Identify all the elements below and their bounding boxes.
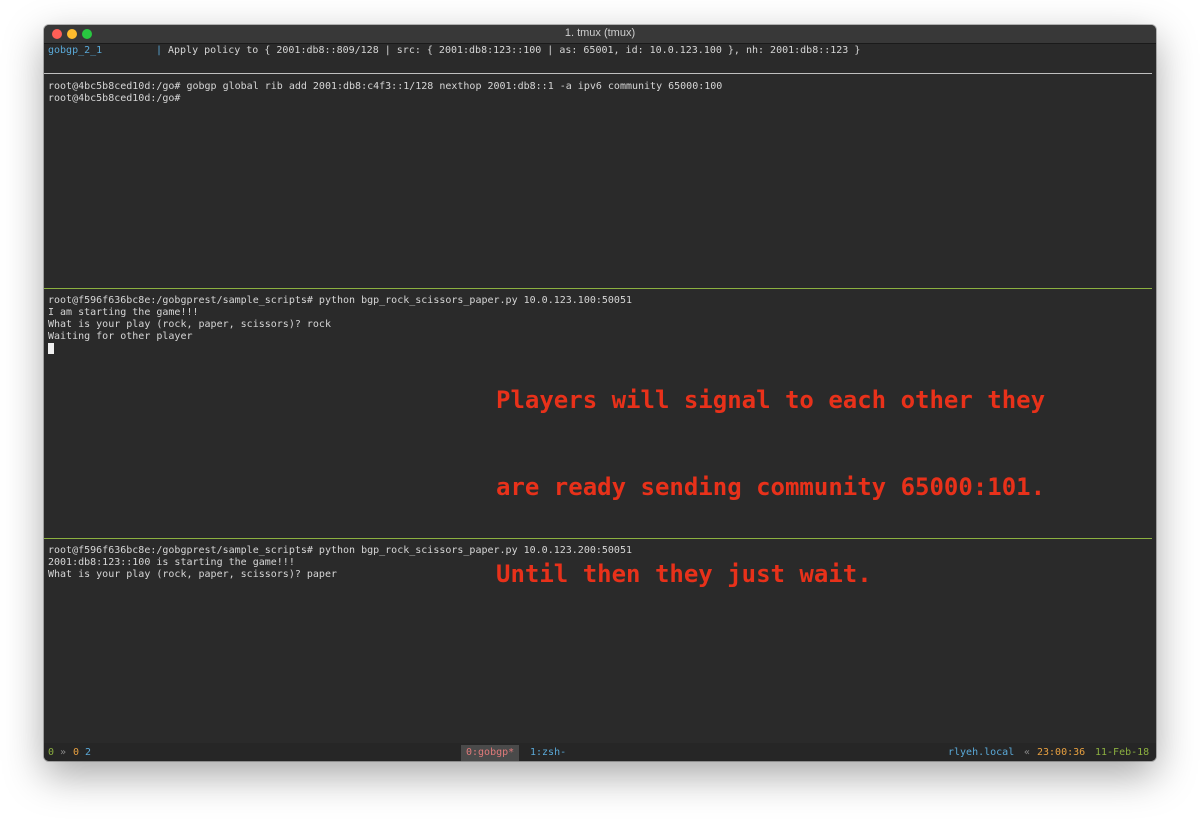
tab-zsh[interactable]: 1:zsh- [530, 747, 566, 759]
window-index: 0 [73, 747, 80, 758]
tmux-status-bar: 0 » 0 2 0:gobgp* 1:zsh- rlyeh.local « 23… [44, 743, 1156, 761]
annotation-line: Players will signal to each other they [496, 386, 1046, 414]
title-bar: 1. tmux (tmux) [44, 25, 1156, 44]
window-title: 1. tmux (tmux) [564, 27, 636, 39]
log-pane-separator: | [156, 45, 163, 56]
annotation-line: are ready sending community 65000:101. [496, 473, 1046, 501]
terminal-line: What is your play (rock, paper, scissors… [48, 319, 331, 330]
terminal-line: root@4bc5b8ced10d:/go# gobgp global rib … [48, 81, 723, 92]
terminal-line: root@f596f636bc8e:/gobgprest/sample_scri… [48, 545, 632, 556]
hostname: rlyeh.local [948, 747, 1015, 758]
terminal-line: root@f596f636bc8e:/gobgprest/sample_scri… [48, 295, 632, 306]
terminal-line: I am starting the game!!! [48, 307, 199, 318]
terminal-line: 2001:db8:123::100 is starting the game!!… [48, 557, 295, 568]
pane-gobgp-shell[interactable]: root@4bc5b8ced10d:/go# gobgp global rib … [44, 81, 1156, 287]
clock-date: 11-Feb-18 [1095, 747, 1150, 758]
terminal-line: What is your play (rock, paper, scissors… [48, 569, 337, 580]
tab-gobgp[interactable]: 0:gobgp* [461, 745, 520, 761]
arrow-left-icon: « [1024, 747, 1031, 758]
terminal-prompt: root@4bc5b8ced10d:/go# [48, 93, 181, 104]
arrow-right-icon: » [60, 747, 67, 758]
pane-divider [44, 288, 1152, 289]
log-pane[interactable]: gobgp_2_1 | Apply policy to { 2001:db8::… [44, 44, 1156, 66]
pane-divider [44, 538, 1152, 539]
pane-divider [44, 73, 1152, 74]
terminal-line: Waiting for other player [48, 331, 193, 342]
terminal-cursor [48, 343, 54, 354]
pane-player-two[interactable]: root@f596f636bc8e:/gobgprest/sample_scri… [44, 545, 1156, 741]
session-index: 0 [48, 747, 55, 758]
pane-index: 2 [85, 747, 92, 758]
terminal-window: 1. tmux (tmux) gobgp_2_1 | Apply policy … [44, 25, 1156, 761]
log-pane-message: Apply policy to { 2001:db8::809/128 | sr… [168, 45, 861, 56]
log-pane-name: gobgp_2_1 [48, 45, 103, 56]
clock-time: 23:00:36 [1037, 747, 1086, 758]
